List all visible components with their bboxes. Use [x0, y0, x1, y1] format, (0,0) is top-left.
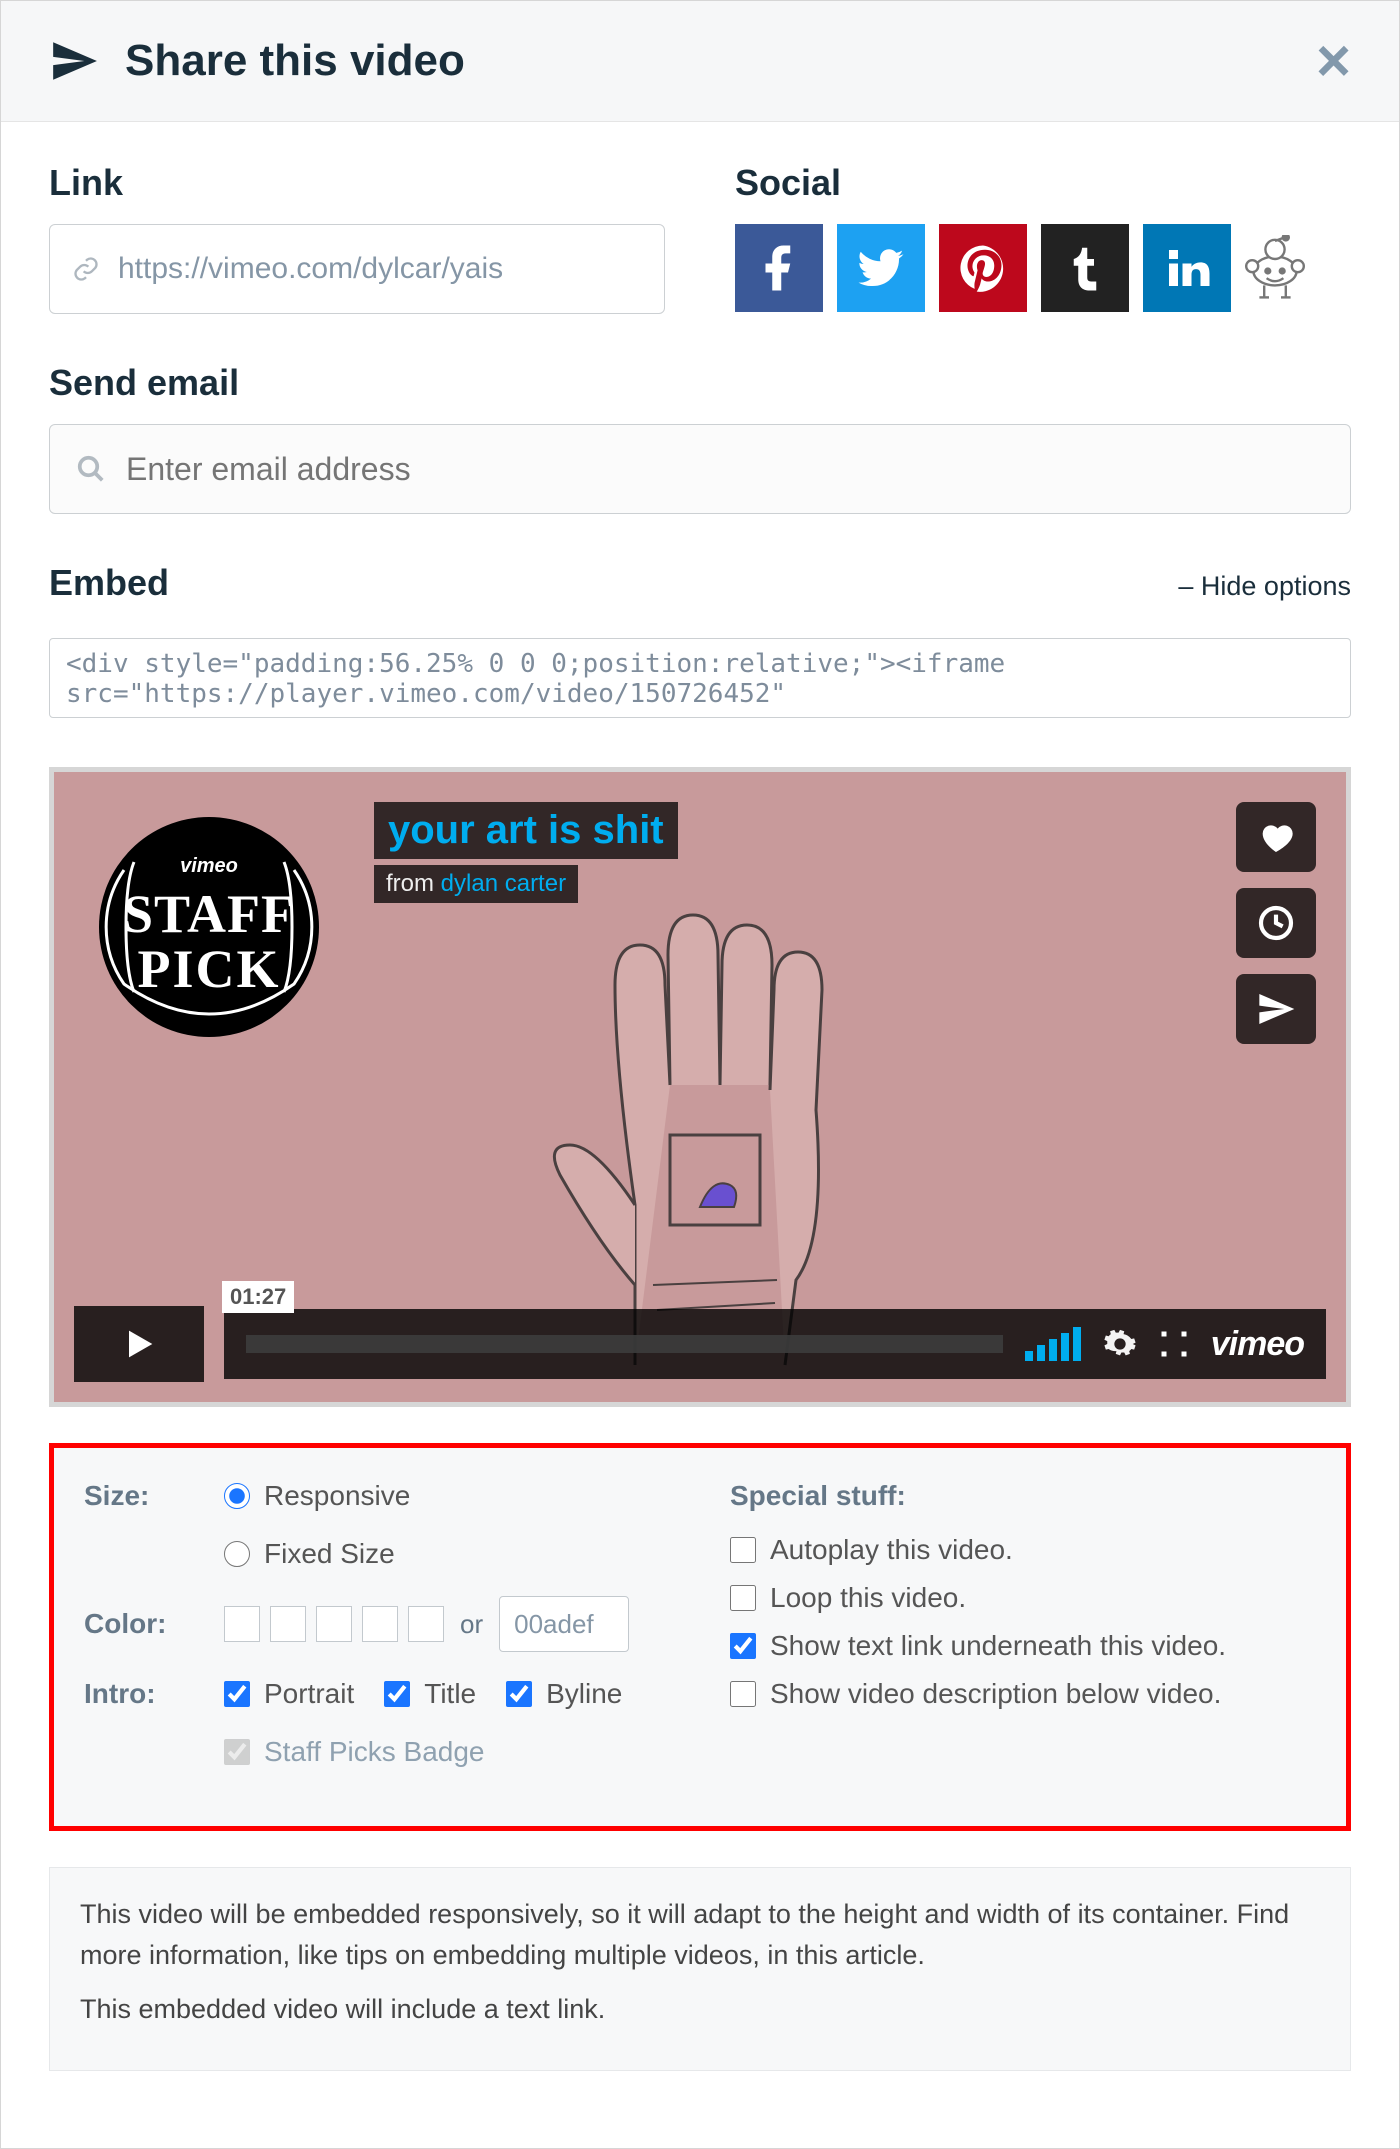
tumblr-button[interactable]: [1041, 224, 1129, 312]
embed-heading: Embed: [49, 562, 169, 604]
paper-plane-icon: [1256, 989, 1296, 1029]
color-input[interactable]: [499, 1596, 629, 1652]
facebook-icon: [752, 241, 806, 295]
svg-text:STAFF: STAFF: [123, 884, 295, 944]
linkedin-icon: [1160, 241, 1214, 295]
embed-code-box[interactable]: <div style="padding:56.25% 0 0 0;positio…: [49, 638, 1351, 718]
dialog-title: Share this video: [125, 36, 465, 86]
social-heading: Social: [735, 162, 1351, 204]
textlink-checkbox[interactable]: [730, 1633, 756, 1659]
svg-text:vimeo: vimeo: [180, 855, 238, 877]
video-title[interactable]: your art is shit: [374, 802, 678, 859]
size-responsive-radio[interactable]: [224, 1483, 250, 1509]
video-player-preview: vimeo STAFF PICK your art is shit from d…: [49, 767, 1351, 1407]
like-button[interactable]: [1236, 802, 1316, 872]
progress-bar[interactable]: [246, 1335, 1003, 1353]
play-button[interactable]: [74, 1306, 204, 1382]
reddit-button[interactable]: [1245, 235, 1305, 301]
link-heading: Link: [49, 162, 665, 204]
color-swatch[interactable]: [316, 1606, 352, 1642]
intro-portrait-checkbox[interactable]: [224, 1681, 250, 1707]
close-icon[interactable]: ×: [1316, 31, 1351, 91]
intro-title-checkbox[interactable]: [384, 1681, 410, 1707]
description-checkbox[interactable]: [730, 1681, 756, 1707]
linkedin-button[interactable]: [1143, 224, 1231, 312]
vimeo-logo[interactable]: vimeo: [1211, 1325, 1304, 1364]
email-heading: Send email: [49, 362, 1351, 404]
dialog-header: Share this video ×: [1, 1, 1399, 122]
color-swatch[interactable]: [408, 1606, 444, 1642]
share-button[interactable]: [1236, 974, 1316, 1044]
pinterest-icon: [956, 241, 1010, 295]
size-label: Size:: [84, 1480, 224, 1512]
paper-plane-icon: [49, 36, 99, 86]
link-input[interactable]: [118, 252, 642, 286]
settings-icon[interactable]: [1103, 1327, 1137, 1361]
facebook-button[interactable]: [735, 224, 823, 312]
twitter-icon: [854, 241, 908, 295]
embed-toggle-link[interactable]: – Hide options: [1178, 571, 1351, 602]
size-fixed-radio[interactable]: [224, 1541, 250, 1567]
color-swatch[interactable]: [362, 1606, 398, 1642]
email-input[interactable]: [126, 451, 1324, 488]
heart-icon: [1256, 817, 1296, 857]
tumblr-icon: [1058, 241, 1112, 295]
search-icon: [76, 454, 106, 484]
intro-label: Intro:: [84, 1678, 224, 1710]
staff-pick-badge: vimeo STAFF PICK: [84, 802, 334, 1052]
svg-text:PICK: PICK: [138, 939, 281, 999]
pinterest-button[interactable]: [939, 224, 1027, 312]
clock-icon: [1256, 903, 1296, 943]
embed-notes: This video will be embedded responsively…: [49, 1867, 1351, 2071]
watch-later-button[interactable]: [1236, 888, 1316, 958]
volume-control[interactable]: [1025, 1327, 1081, 1361]
color-label: Color:: [84, 1608, 224, 1640]
intro-staffpicks-checkbox: [224, 1739, 250, 1765]
twitter-button[interactable]: [837, 224, 925, 312]
fullscreen-icon[interactable]: [1159, 1329, 1189, 1359]
embed-options-panel: Size: Responsive Fixed Size Color:: [49, 1443, 1351, 1831]
color-swatch[interactable]: [224, 1606, 260, 1642]
link-box[interactable]: [49, 224, 665, 314]
autoplay-checkbox[interactable]: [730, 1537, 756, 1563]
loop-checkbox[interactable]: [730, 1585, 756, 1611]
special-heading: Special stuff:: [730, 1480, 1316, 1512]
chain-icon: [72, 255, 100, 283]
time-badge: 01:27: [222, 1281, 294, 1313]
color-swatch[interactable]: [270, 1606, 306, 1642]
intro-byline-checkbox[interactable]: [506, 1681, 532, 1707]
